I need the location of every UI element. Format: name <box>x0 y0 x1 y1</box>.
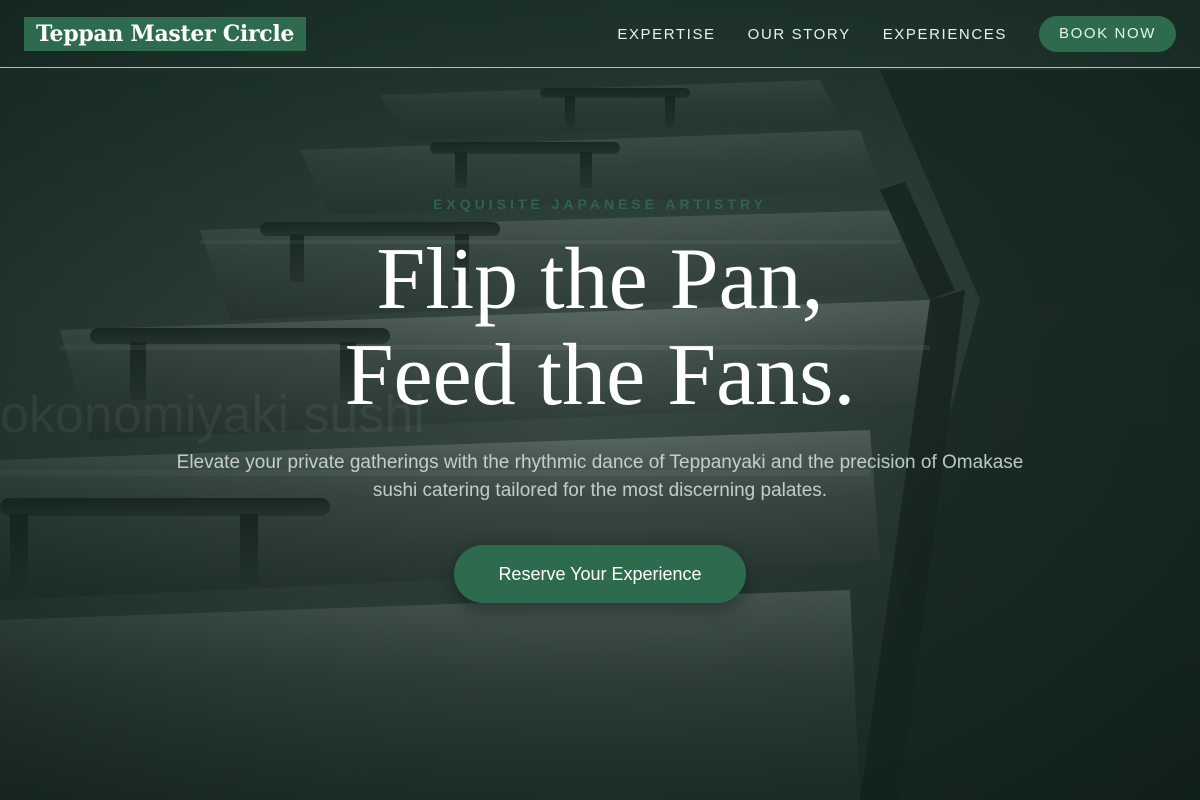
nav-link-experiences[interactable]: EXPERIENCES <box>883 26 1007 43</box>
hero-subtitle: Elevate your private gatherings with the… <box>176 452 1024 501</box>
hero-eyebrow: EXQUISITE JAPANESE ARTISTRY <box>433 196 767 212</box>
hero-section: EXQUISITE JAPANESE ARTISTRY Flip the Pan… <box>0 0 1200 800</box>
hero-headline-line-2: Feed the Fans. <box>344 327 856 424</box>
nav-link-expertise[interactable]: EXPERTISE <box>617 26 715 43</box>
hero-headline: Flip the Pan, Feed the Fans. <box>0 232 1200 424</box>
site-header: Teppan Master Circle EXPERTISE OUR STORY… <box>0 0 1200 68</box>
hero-headline-line-1: Flip the Pan, <box>376 231 824 328</box>
brand-logo[interactable]: Teppan Master Circle <box>24 17 307 51</box>
nav-link-our-story[interactable]: OUR STORY <box>748 26 851 43</box>
reserve-experience-button[interactable]: Reserve Your Experience <box>454 545 746 603</box>
main-nav: EXPERTISE OUR STORY EXPERIENCES BOOK NOW <box>617 16 1176 52</box>
book-now-button[interactable]: BOOK NOW <box>1039 16 1176 52</box>
